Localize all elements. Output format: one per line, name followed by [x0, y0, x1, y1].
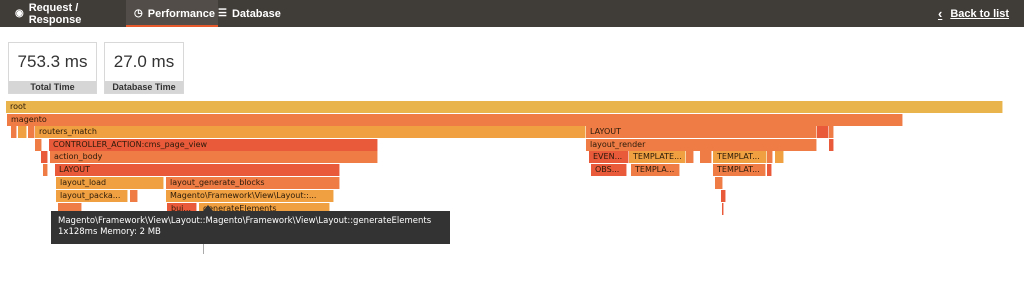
frame-small[interactable]	[775, 151, 784, 163]
tooltip-title: Magento\Framework\View\Layout::Magento\F…	[58, 216, 432, 226]
frame-template[interactable]: TEMPLATE...	[629, 151, 686, 163]
frame-small[interactable]	[41, 151, 48, 163]
frame-small[interactable]	[817, 126, 829, 138]
frame-even[interactable]: EVEN...	[589, 151, 629, 163]
frame-small[interactable]	[700, 151, 712, 163]
frame-template[interactable]: TEMPLA...	[631, 164, 680, 176]
frame-template[interactable]: TEMPLAT...	[713, 151, 767, 163]
frame-action-body[interactable]: action_body	[50, 151, 378, 163]
frame-layout-load[interactable]: layout_load	[56, 177, 164, 189]
frame-obs[interactable]: OBS...	[591, 164, 627, 176]
frame-small[interactable]	[18, 126, 27, 138]
frame-layout-left[interactable]: LAYOUT	[55, 164, 340, 176]
frame-tooltip: Magento\Framework\View\Layout::Magento\F…	[51, 211, 450, 244]
frame-magento[interactable]: magento	[7, 114, 903, 126]
frame-small[interactable]	[721, 190, 726, 202]
frame-small[interactable]	[829, 139, 834, 151]
frame-small[interactable]	[715, 177, 723, 189]
frame-small[interactable]	[43, 164, 48, 176]
frame-root[interactable]: root	[6, 101, 1003, 113]
frame-small[interactable]	[686, 151, 694, 163]
frame-small[interactable]	[28, 126, 35, 138]
frame-small[interactable]	[11, 126, 17, 138]
tooltip-detail: 1x128ms Memory: 2 MB	[58, 227, 161, 237]
frame-layout-generate-blocks[interactable]: layout_generate_blocks	[166, 177, 340, 189]
frame-small[interactable]	[829, 126, 834, 138]
frame-layout-generate-elements[interactable]: Magento\Framework\View\Layout::...	[166, 190, 334, 202]
frame-controller-action[interactable]: CONTROLLER_ACTION:cms_page_view	[49, 139, 378, 151]
frame-layout-right[interactable]: LAYOUT	[586, 126, 817, 138]
frame-template[interactable]: TEMPLAT...	[713, 164, 766, 176]
frame-layout-package[interactable]: layout_packa...	[56, 190, 128, 202]
frame-small[interactable]	[767, 164, 772, 176]
frame-small[interactable]	[767, 151, 773, 163]
frame-layout-render[interactable]: layout_render	[586, 139, 817, 151]
frame-small[interactable]	[130, 190, 138, 202]
frame-small[interactable]	[722, 203, 724, 215]
frame-small[interactable]	[35, 139, 42, 151]
frame-routers-match[interactable]: routers_match	[35, 126, 586, 138]
